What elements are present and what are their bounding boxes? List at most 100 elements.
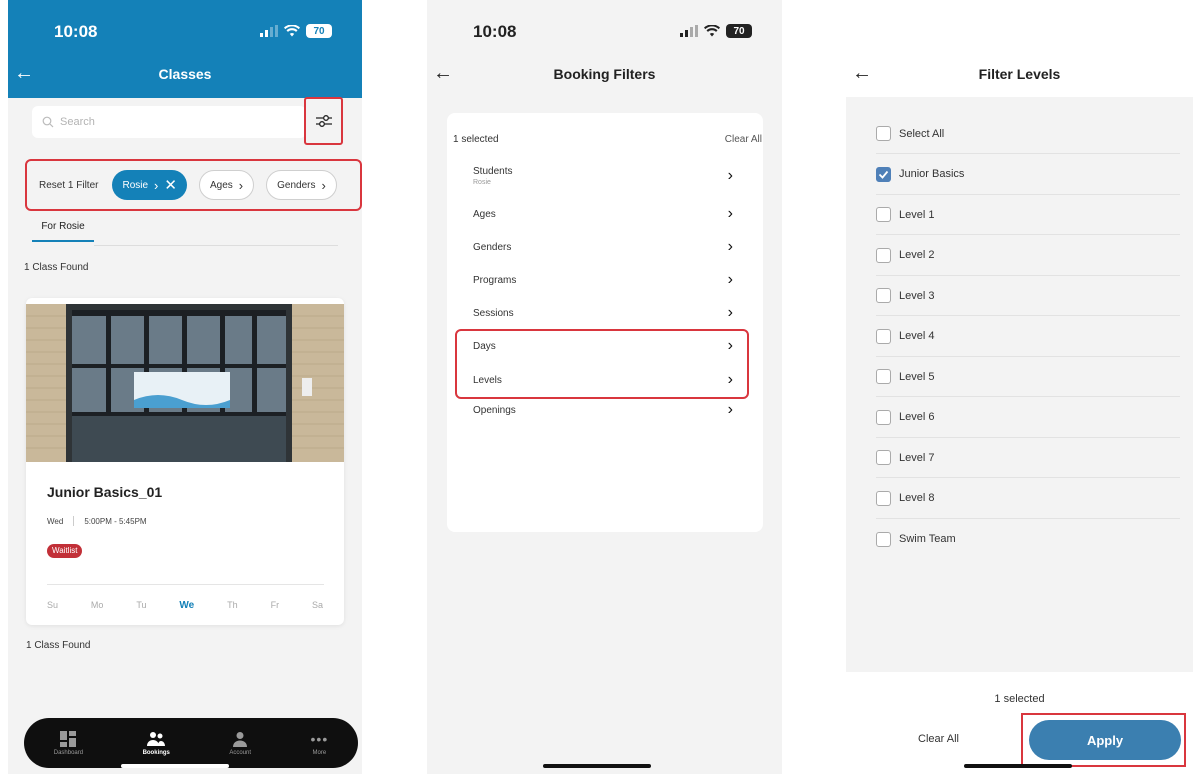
filter-row-genders[interactable]: Genders › [473,238,733,256]
level-option[interactable]: Level 2 [876,236,1180,276]
chevron-right-icon: › [727,304,733,321]
bottom-nav: Dashboard Bookings Account ••• More [24,718,358,768]
results-count-bottom: 1 Class Found [26,640,91,651]
weekday-row: Su Mo Tu We Th Fr Sa [42,600,328,611]
class-photo [26,304,344,462]
waitlist-badge: Waitlist [47,544,83,558]
checkbox-icon[interactable] [876,369,891,384]
checkbox-checked-icon[interactable] [876,166,891,182]
nav-label: Account [229,749,252,756]
highlight-box [455,329,749,399]
status-icons: 70 [260,24,332,38]
level-option[interactable]: Level 7 [876,438,1180,478]
chevron-right-icon: › [727,238,733,255]
checkbox-icon[interactable] [876,531,891,547]
chevron-right-icon: › [238,177,244,193]
level-option[interactable]: Junior Basics [876,155,1180,195]
clear-all-button[interactable]: Clear All [725,134,762,145]
status-icons: 70 [680,24,752,38]
level-label: Level 3 [899,289,935,302]
class-card[interactable]: Junior Basics_01 Wed 5:00PM - 5:45PM Wai… [26,298,344,625]
status-time: 10:08 [54,22,98,41]
level-option[interactable]: Level 4 [876,317,1180,357]
apply-button[interactable]: Apply [1029,720,1181,760]
filters-header: 1 selected Clear All [453,134,762,145]
level-option[interactable]: Swim Team [876,519,1180,559]
checkbox-icon[interactable] [876,450,891,465]
booking-filters-screen: 10:08 70 ← Booking Filters 1 selected Cl… [427,0,782,774]
selected-count: 1 selected [453,134,499,145]
level-label: Junior Basics [899,168,965,180]
class-title: Junior Basics_01 [47,484,163,500]
checkbox-icon[interactable] [876,288,891,303]
weekday-label: Tu [136,600,147,610]
nav-item-bookings[interactable]: Bookings [143,731,170,756]
checkbox-icon[interactable] [876,490,891,506]
weekday-label: Th [227,600,238,610]
tab-for-rosie[interactable]: For Rosie [32,221,94,242]
checkbox-icon[interactable] [876,328,891,344]
level-label: Select All [899,127,945,140]
chevron-right-icon: › [154,177,159,193]
level-label: Level 2 [899,249,935,261]
nav-label: More [312,749,327,756]
signal-icon [260,25,278,37]
filter-label: Ages [473,208,496,220]
filter-row-students[interactable]: Students Rosie › [473,166,733,186]
class-schedule: Wed 5:00PM - 5:45PM [47,516,147,526]
wifi-icon [284,25,300,37]
nav-item-account[interactable]: Account [229,731,251,756]
chevron-right-icon: › [321,177,326,193]
filter-label: Openings [473,404,516,416]
selected-count: 1 selected [994,693,1045,705]
chevron-right-icon: › [727,167,733,184]
filter-row-programs[interactable]: Programs › [473,271,733,289]
level-label: Level 4 [899,330,935,342]
close-icon[interactable]: ✕ [164,176,177,194]
clear-all-button[interactable]: Clear All [918,733,959,745]
tab-divider [94,245,338,246]
checkbox-icon[interactable] [876,126,891,141]
checkbox-icon[interactable] [876,409,891,425]
filter-label: Students [473,166,513,177]
chip-rosie[interactable]: Rosie › ✕ [112,170,187,200]
level-option[interactable]: Level 8 [876,479,1180,519]
level-option[interactable]: Level 5 [876,357,1180,397]
chip-ages[interactable]: Ages › [198,170,255,200]
filter-row-openings[interactable]: Openings › [473,401,733,419]
classes-screen: 10:08 70 ← Classes Search Reset 1 Filter… [8,0,362,774]
level-label: Level 5 [899,370,935,383]
search-input[interactable]: Search [32,106,306,138]
sliders-icon [315,115,332,127]
more-icon: ••• [310,730,329,747]
level-option[interactable]: Level 1 [876,195,1180,235]
chip-label: Ages [209,179,233,191]
results-count: 1 Class Found [24,262,89,273]
level-label: Level 1 [899,208,935,221]
page-title: Filter Levels [978,66,1061,82]
level-option[interactable]: Select All [876,114,1180,154]
nav-item-dashboard[interactable]: Dashboard [54,730,83,756]
chip-label: Genders [277,179,316,191]
filter-row-sessions[interactable]: Sessions › [473,304,733,322]
filter-row-ages[interactable]: Ages › [473,205,733,223]
level-option[interactable]: Level 3 [876,276,1180,316]
nav-item-more[interactable]: ••• More [311,731,329,756]
signal-icon [680,25,698,37]
class-day: Wed [47,516,64,526]
divider [47,584,324,585]
checkbox-icon[interactable] [876,207,891,222]
home-indicator [121,764,229,768]
checkbox-icon[interactable] [876,247,891,263]
level-label: Level 6 [899,411,935,423]
filter-button[interactable] [304,97,343,145]
status-bar: 10:08 70 [8,0,362,60]
dashboard-icon [60,730,77,747]
weekday-label: Fr [270,600,280,610]
app-header: 10:08 70 ← Classes [8,0,362,98]
level-option[interactable]: Level 6 [876,398,1180,438]
chip-genders[interactable]: Genders › [266,170,337,200]
reset-filter-link[interactable]: Reset 1 Filter [39,180,98,191]
filter-label: Sessions [473,307,514,319]
weekday-label-current: We [179,600,195,611]
